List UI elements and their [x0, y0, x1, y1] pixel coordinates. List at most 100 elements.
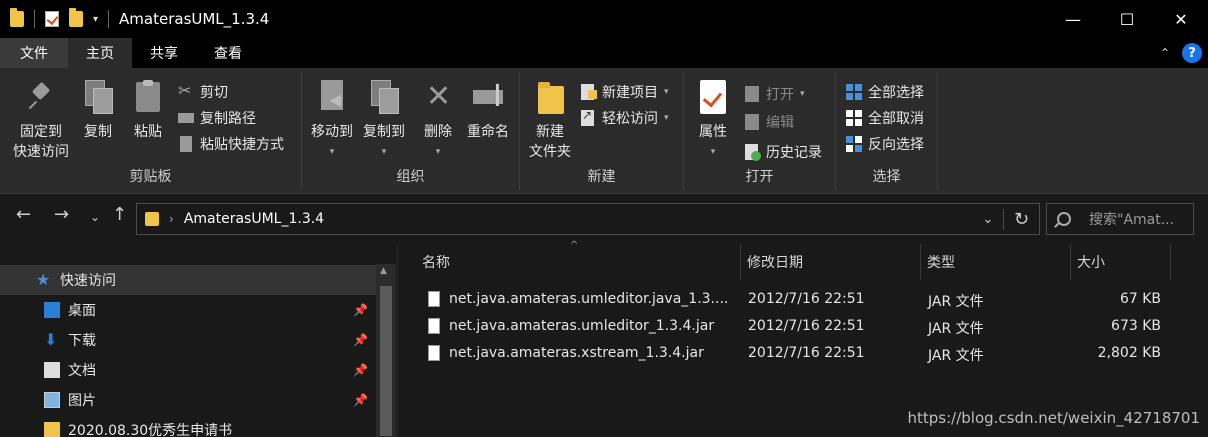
scroll-up-icon[interactable]: ▲ [380, 266, 387, 276]
cut-label: 剪切 [200, 85, 228, 101]
tab-view[interactable]: 查看 [196, 38, 260, 68]
table-row[interactable]: net.java.amateras.umleditor_1.3.4.jar 20… [398, 313, 1208, 341]
pin-icon[interactable]: 📌 [353, 363, 368, 377]
search-icon [1057, 212, 1071, 226]
open-button[interactable]: 打开 ▾ [744, 84, 805, 104]
properties-icon [698, 80, 728, 114]
tab-share[interactable]: 共享 [132, 38, 196, 68]
sidebar-item-downloads[interactable]: 下载 📌 [0, 325, 376, 355]
move-to-button[interactable]: 移动到 ▾ [308, 80, 356, 162]
breadcrumb-chevron-icon[interactable]: › [169, 212, 174, 226]
new-folder-button[interactable]: 新建 文件夹 [526, 80, 574, 162]
file-icon [428, 318, 440, 334]
paste-icon [133, 80, 163, 114]
copy-path-button[interactable]: 复制路径 [178, 108, 256, 128]
sidebar-item-label: 图片 [68, 393, 96, 409]
cut-button[interactable]: 剪切 [178, 81, 228, 102]
column-header-size[interactable]: 大小 [1071, 244, 1171, 280]
delete-button[interactable]: 删除 ▾ [420, 80, 456, 162]
sidebar-item-quick-access[interactable]: ★ 快速访问 [0, 265, 376, 295]
new-item-button[interactable]: 新建项目 ▾ [580, 82, 669, 102]
address-bar[interactable]: › AmaterasUML_1.3.4 ⌄ ↻ [136, 203, 1040, 235]
clipboard-group: 固定到 快速访问 复制 粘贴 剪切 复制路径 粘贴快捷方式 剪贴板 [0, 72, 302, 190]
pin-icon[interactable]: 📌 [353, 303, 368, 317]
pin-icon[interactable]: 📌 [353, 393, 368, 407]
close-button[interactable]: ✕ [1154, 0, 1208, 38]
star-icon: ★ [36, 270, 51, 289]
new-folder-quick-icon[interactable] [69, 8, 83, 27]
sidebar-scrollbar[interactable]: ▲ [376, 264, 396, 437]
open-icon [744, 86, 760, 102]
edit-button[interactable]: 编辑 [744, 112, 794, 132]
download-icon [44, 330, 60, 349]
window-controls: — ☐ ✕ [1046, 0, 1208, 38]
column-header-label: 类型 [927, 255, 955, 271]
paste-label: 粘贴 [134, 124, 162, 140]
refresh-icon[interactable]: ↻ [1003, 208, 1039, 230]
minimize-button[interactable]: — [1046, 0, 1100, 38]
search-placeholder: 搜索"Amat... [1089, 212, 1175, 228]
folder-icon [44, 422, 60, 437]
history-button[interactable]: 历史记录 [744, 142, 822, 162]
file-type: JAR 文件 [928, 348, 984, 364]
select-none-button[interactable]: 全部取消 [846, 108, 924, 128]
up-arrow-icon[interactable]: ↑ [112, 204, 127, 225]
sidebar-item-pictures[interactable]: 图片 📌 [0, 385, 376, 415]
column-header-name[interactable]: 名称 [416, 244, 741, 280]
back-arrow-icon[interactable]: ← [16, 204, 31, 225]
help-icon[interactable]: ? [1182, 43, 1202, 63]
easy-access-label: 轻松访问 [602, 111, 658, 127]
file-size: 673 KB [1111, 318, 1161, 334]
chevron-down-icon: ▾ [435, 147, 441, 157]
tab-file[interactable]: 文件 [0, 38, 68, 68]
select-all-button[interactable]: 全部选择 [846, 82, 924, 102]
open-label: 打开 [766, 87, 794, 103]
paste-shortcut-icon [178, 136, 194, 152]
sidebar-item-desktop[interactable]: 桌面 📌 [0, 295, 376, 325]
move-to-icon [317, 80, 347, 114]
history-label: 历史记录 [766, 145, 822, 161]
properties-quick-icon[interactable] [45, 11, 59, 27]
sidebar-item-documents[interactable]: 文档 📌 [0, 355, 376, 385]
pin-to-quick-access-button[interactable]: 固定到 快速访问 [10, 80, 72, 162]
paste-shortcut-button[interactable]: 粘贴快捷方式 [178, 134, 284, 154]
breadcrumb-current[interactable]: AmaterasUML_1.3.4 [184, 211, 324, 227]
pin-icon[interactable]: 📌 [353, 333, 368, 347]
select-all-label: 全部选择 [868, 85, 924, 101]
table-row[interactable]: net.java.amateras.xstream_1.3.4.jar 2012… [398, 340, 1208, 368]
column-header-type[interactable]: 类型 [921, 244, 1071, 280]
pictures-icon [44, 392, 60, 408]
recent-locations-chevron-icon[interactable]: ⌄ [90, 210, 100, 224]
rename-button[interactable]: 重命名 [464, 80, 512, 142]
scrollbar-thumb[interactable] [380, 286, 392, 436]
table-row[interactable]: net.java.amateras.umleditor.java_1.3....… [398, 286, 1208, 314]
maximize-button[interactable]: ☐ [1100, 0, 1154, 38]
copy-button[interactable]: 复制 [80, 80, 116, 142]
address-dropdown-icon[interactable]: ⌄ [973, 212, 1003, 227]
file-type: JAR 文件 [928, 294, 984, 310]
paste-button[interactable]: 粘贴 [130, 80, 166, 142]
copy-path-label: 复制路径 [200, 111, 256, 127]
collapse-ribbon-icon[interactable]: ⌃ [1160, 46, 1170, 60]
column-header-modified[interactable]: 修改日期 [741, 244, 921, 280]
select-all-icon [846, 84, 862, 100]
window-title: AmaterasUML_1.3.4 [119, 10, 270, 28]
forward-arrow-icon[interactable]: → [54, 204, 69, 225]
sidebar-item-folder[interactable]: 2020.08.30优秀生申请书 [0, 415, 376, 437]
rename-label: 重命名 [467, 124, 509, 140]
paste-shortcut-label: 粘贴快捷方式 [200, 137, 284, 153]
pin-label-line2: 快速访问 [13, 144, 69, 160]
file-list: ^ 名称 修改日期 类型 大小 net.java.amateras.umledi… [398, 240, 1208, 437]
tab-home[interactable]: 主页 [68, 38, 132, 68]
sidebar-item-label: 文档 [68, 363, 96, 379]
file-modified: 2012/7/16 22:51 [748, 291, 865, 307]
search-box[interactable]: 搜索"Amat... [1046, 203, 1194, 235]
chevron-down-icon: ▾ [381, 147, 387, 157]
copy-to-button[interactable]: 复制到 ▾ [360, 80, 408, 162]
new-folder-label-line1: 新建 [536, 124, 564, 140]
invert-selection-button[interactable]: 反向选择 [846, 134, 924, 154]
customize-toolbar-dropdown-icon[interactable]: ▾ [93, 14, 98, 25]
copy-to-icon [369, 80, 399, 114]
properties-button[interactable]: 属性 ▾ [692, 80, 734, 162]
easy-access-button[interactable]: 轻松访问 ▾ [580, 108, 669, 128]
